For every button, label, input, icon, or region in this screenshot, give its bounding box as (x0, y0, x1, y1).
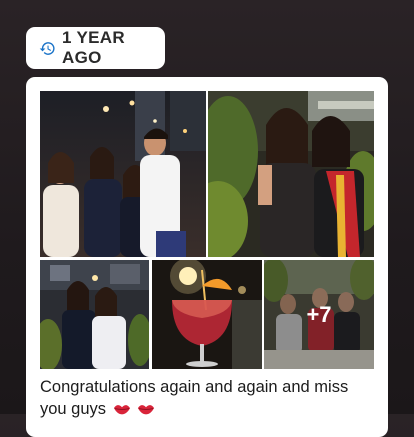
post-caption: Congratulations again and again and miss… (40, 376, 376, 420)
more-photos-count[interactable]: +7 (264, 260, 374, 369)
memory-badge[interactable]: 1 YEAR AGO (26, 27, 165, 69)
kiss-lips-icon (137, 400, 155, 415)
group-photo-four-friends[interactable] (40, 91, 206, 257)
two-friends-photo[interactable] (208, 91, 374, 257)
caption-text: Congratulations again and again and miss… (40, 378, 349, 418)
post-card: +7 Congratulations again and again and m… (26, 77, 388, 437)
cocktail-photo[interactable] (152, 260, 262, 369)
group-dinner-photo[interactable]: +7 (264, 260, 374, 369)
history-clock-icon (39, 40, 56, 57)
two-friends-night-photo[interactable] (40, 260, 149, 369)
kiss-lips-icon (113, 400, 131, 415)
memory-label: 1 YEAR AGO (62, 28, 125, 67)
